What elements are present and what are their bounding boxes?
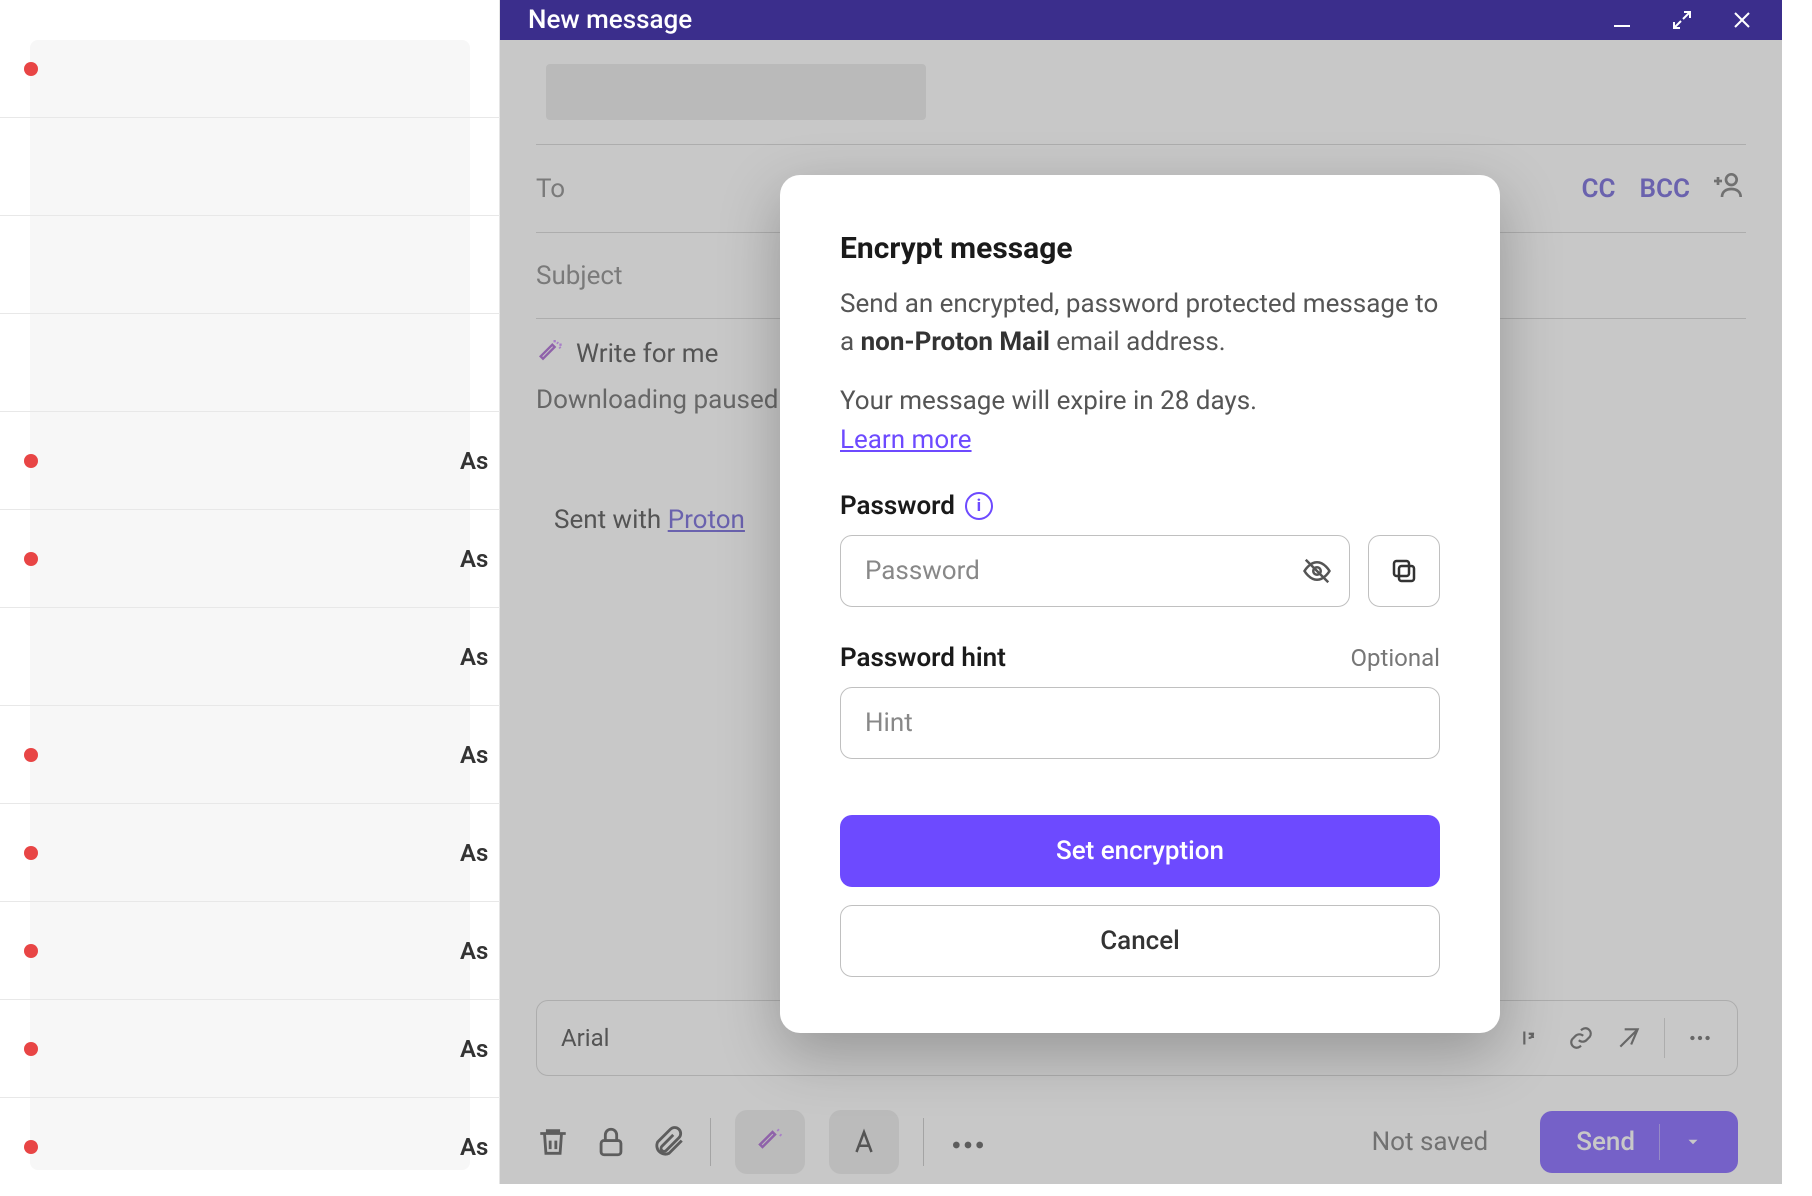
modal-description: Send an encrypted, password protected me…: [840, 286, 1440, 361]
modal-title: Encrypt message: [840, 231, 1440, 266]
toggle-visibility-icon[interactable]: [1302, 556, 1332, 586]
list-item-prefix: As: [460, 643, 488, 671]
list-item[interactable]: As: [0, 510, 500, 608]
unread-dot-icon: [24, 846, 38, 860]
password-input[interactable]: [840, 535, 1350, 607]
list-item[interactable]: As: [0, 902, 500, 1000]
close-icon[interactable]: [1730, 8, 1754, 32]
list-item-prefix: As: [460, 741, 488, 769]
hint-input[interactable]: [840, 687, 1440, 759]
list-item[interactable]: As: [0, 1098, 500, 1196]
list-item-prefix: As: [460, 937, 488, 965]
unread-dot-icon: [24, 944, 38, 958]
unread-dot-icon: [24, 454, 38, 468]
hint-label: Password hint: [840, 643, 1006, 673]
email-list-panel: As As As As As As As As: [0, 0, 500, 1184]
expand-icon[interactable]: [1670, 8, 1694, 32]
password-label: Password: [840, 491, 955, 521]
set-encryption-button[interactable]: Set encryption: [840, 815, 1440, 887]
cancel-button[interactable]: Cancel: [840, 905, 1440, 977]
list-item[interactable]: As: [0, 412, 500, 510]
list-item[interactable]: [0, 118, 500, 216]
modal-expiry-text: Your message will expire in 28 days.: [840, 383, 1440, 421]
list-item[interactable]: [0, 216, 500, 314]
unread-dot-icon: [24, 552, 38, 566]
unread-dot-icon: [24, 62, 38, 76]
list-item[interactable]: [0, 20, 500, 118]
unread-dot-icon: [24, 1042, 38, 1056]
list-item[interactable]: As: [0, 608, 500, 706]
composer-title: New message: [528, 5, 1610, 35]
info-icon[interactable]: i: [965, 492, 993, 520]
list-item[interactable]: As: [0, 706, 500, 804]
composer-header: New message: [500, 0, 1782, 40]
learn-more-link[interactable]: Learn more: [840, 425, 972, 455]
list-item-prefix: As: [460, 839, 488, 867]
encrypt-message-modal: Encrypt message Send an encrypted, passw…: [780, 175, 1500, 1033]
list-item-prefix: As: [460, 1133, 488, 1161]
unread-dot-icon: [24, 1140, 38, 1154]
unread-dot-icon: [24, 748, 38, 762]
list-item-prefix: As: [460, 1035, 488, 1063]
minimize-icon[interactable]: [1610, 8, 1634, 32]
list-item[interactable]: [0, 314, 500, 412]
list-item-prefix: As: [460, 545, 488, 573]
optional-tag: Optional: [1350, 644, 1440, 672]
copy-button[interactable]: [1368, 535, 1440, 607]
list-item[interactable]: As: [0, 804, 500, 902]
list-item[interactable]: As: [0, 1000, 500, 1098]
list-item-prefix: As: [460, 447, 488, 475]
